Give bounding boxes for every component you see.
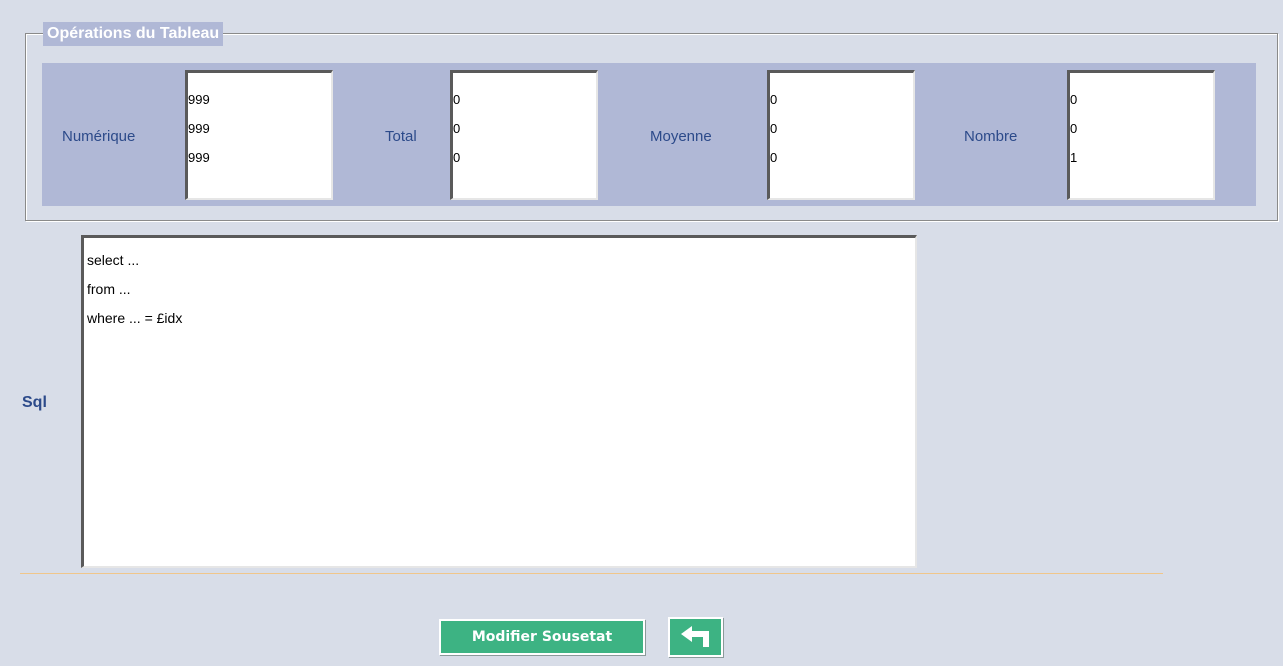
numerique-textarea[interactable]: 999 999 999 — [185, 70, 333, 200]
nombre-value-1: 0 — [1070, 92, 1078, 107]
moyenne-value-1: 0 — [770, 92, 778, 107]
moyenne-textarea[interactable]: 0 0 0 — [767, 70, 915, 200]
page: Opérations du Tableau Numérique 999 999 … — [0, 0, 1283, 666]
numerique-value-3: 999 — [188, 150, 210, 165]
numerique-label: Numérique — [62, 128, 136, 145]
total-value-2: 0 — [453, 121, 461, 136]
numerique-value-1: 999 — [188, 92, 210, 107]
numerique-value-2: 999 — [188, 121, 210, 136]
back-button[interactable] — [668, 617, 723, 657]
nombre-textarea[interactable]: 0 0 1 — [1067, 70, 1215, 200]
total-textarea[interactable]: 0 0 0 — [450, 70, 598, 200]
sql-line-3: where ... = £idx — [87, 310, 183, 326]
moyenne-value-3: 0 — [770, 150, 778, 165]
moyenne-value-2: 0 — [770, 121, 778, 136]
moyenne-label: Moyenne — [650, 128, 712, 145]
sql-line-2: from ... — [87, 281, 131, 297]
nombre-value-3: 1 — [1070, 150, 1078, 165]
section-divider — [20, 573, 1163, 574]
sql-line-1: select ... — [87, 252, 140, 268]
nombre-label: Nombre — [964, 128, 1018, 145]
total-value-1: 0 — [453, 92, 461, 107]
nombre-value-2: 0 — [1070, 121, 1078, 136]
total-value-3: 0 — [453, 150, 461, 165]
sql-label: Sql — [22, 394, 47, 411]
fieldset-legend: Opérations du Tableau — [43, 22, 224, 46]
sql-textarea[interactable]: select ... from ... where ... = £idx — [81, 235, 917, 568]
return-arrow-icon — [681, 626, 709, 647]
total-label: Total — [385, 128, 417, 145]
modify-sousetat-button[interactable]: Modifier Sousetat — [439, 619, 645, 655]
